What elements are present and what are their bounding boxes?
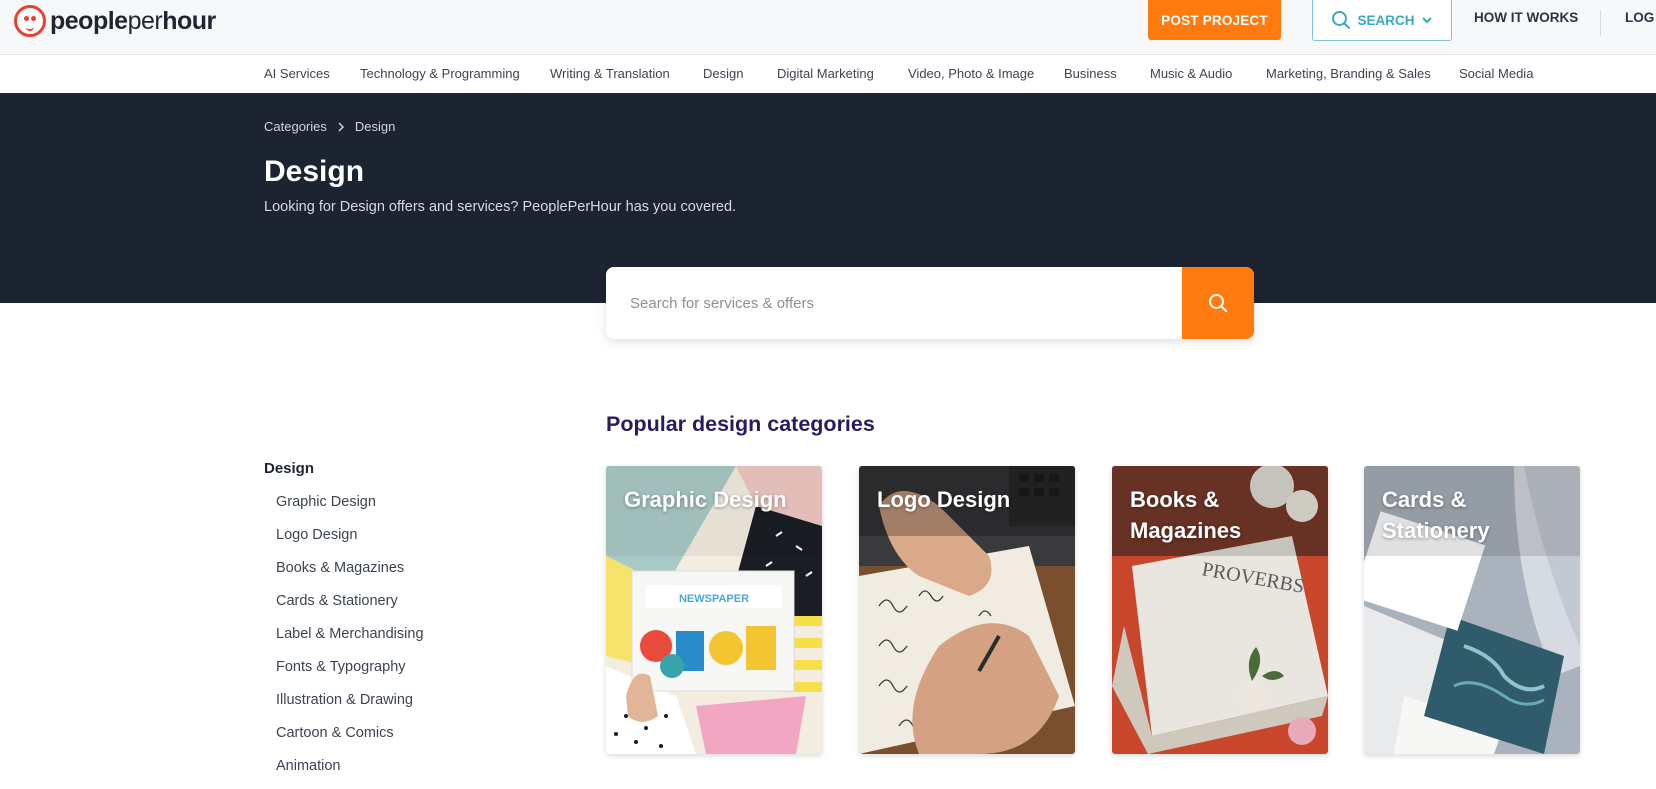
sidebar-list: Graphic Design Logo Design Books & Magaz… xyxy=(276,492,424,789)
service-search-box xyxy=(606,267,1254,339)
login-link[interactable]: LOG xyxy=(1600,10,1654,36)
search-icon xyxy=(1332,11,1351,29)
card-label: Cards & Stationery xyxy=(1382,487,1490,543)
sidebar-item[interactable]: Label & Merchandising xyxy=(276,624,424,657)
card-label: Graphic Design xyxy=(624,487,787,512)
category-nav-item[interactable]: Writing & Translation xyxy=(550,66,670,81)
newspaper-image-text: NEWSPAPER xyxy=(679,593,749,605)
category-nav-item[interactable]: Digital Marketing xyxy=(777,66,874,81)
post-project-button[interactable]: POST PROJECT xyxy=(1148,0,1281,40)
sidebar-title: Design xyxy=(264,460,315,477)
logo-text: peopleperhour xyxy=(50,7,216,35)
category-card-cards-stationery[interactable]: Cards & Stationery xyxy=(1364,466,1580,754)
sidebar-item[interactable]: Logo Design xyxy=(276,525,424,558)
search-toggle-button[interactable]: SEARCH xyxy=(1312,0,1452,41)
sidebar-item[interactable]: Fonts & Typography xyxy=(276,657,424,690)
breadcrumb-categories[interactable]: Categories xyxy=(264,119,327,134)
category-nav-item[interactable]: AI Services xyxy=(264,66,330,81)
category-nav-item[interactable]: Business xyxy=(1064,66,1117,81)
logo-face-icon xyxy=(14,5,46,37)
logo[interactable]: peopleperhour xyxy=(14,4,216,38)
sidebar-item[interactable]: Illustration & Drawing xyxy=(276,690,424,723)
sidebar-item[interactable]: Animation xyxy=(276,756,424,789)
category-nav-item[interactable]: Video, Photo & Image xyxy=(908,66,1034,81)
search-input[interactable] xyxy=(606,267,1182,339)
category-nav-item[interactable]: Social Media xyxy=(1459,66,1533,81)
search-toggle-label: SEARCH xyxy=(1357,12,1415,28)
chevron-down-icon xyxy=(1421,17,1432,24)
breadcrumb-design[interactable]: Design xyxy=(355,119,395,134)
category-nav-item[interactable]: Marketing, Branding & Sales xyxy=(1266,66,1431,81)
page-title: Design xyxy=(264,155,365,188)
sidebar-item[interactable]: Books & Magazines xyxy=(276,558,424,591)
page-subtitle: Looking for Design offers and services? … xyxy=(264,199,737,215)
category-nav-item[interactable]: Technology & Programming xyxy=(360,66,520,81)
sidebar-item[interactable]: Cards & Stationery xyxy=(276,591,424,624)
category-nav-item[interactable]: Music & Audio xyxy=(1150,66,1232,81)
popular-categories-title: Popular design categories xyxy=(606,412,875,436)
top-header: peopleperhour POST PROJECT SEARCH HOW IT… xyxy=(0,0,1656,55)
breadcrumb: Categories Design xyxy=(264,119,395,134)
sidebar-item[interactable]: Graphic Design xyxy=(276,492,424,525)
card-label: Logo Design xyxy=(877,487,1011,512)
category-nav-item[interactable]: Design xyxy=(703,66,743,81)
category-card-books-magazines[interactable]: PROVERBS Books & Magazines xyxy=(1112,466,1328,754)
category-card-logo-design[interactable]: Logo Design xyxy=(859,466,1075,754)
sidebar-item[interactable]: Cartoon & Comics xyxy=(276,723,424,756)
chevron-right-icon xyxy=(338,121,344,132)
search-icon xyxy=(1209,294,1227,312)
category-card-graphic-design[interactable]: NEWSPAPER Graphic Design xyxy=(606,466,822,754)
how-it-works-link[interactable]: HOW IT WORKS xyxy=(1474,10,1578,25)
category-nav: AI Services Technology & Programming Wri… xyxy=(0,55,1656,93)
card-label: Books & Magazines xyxy=(1130,487,1242,543)
search-submit-button[interactable] xyxy=(1182,267,1254,339)
